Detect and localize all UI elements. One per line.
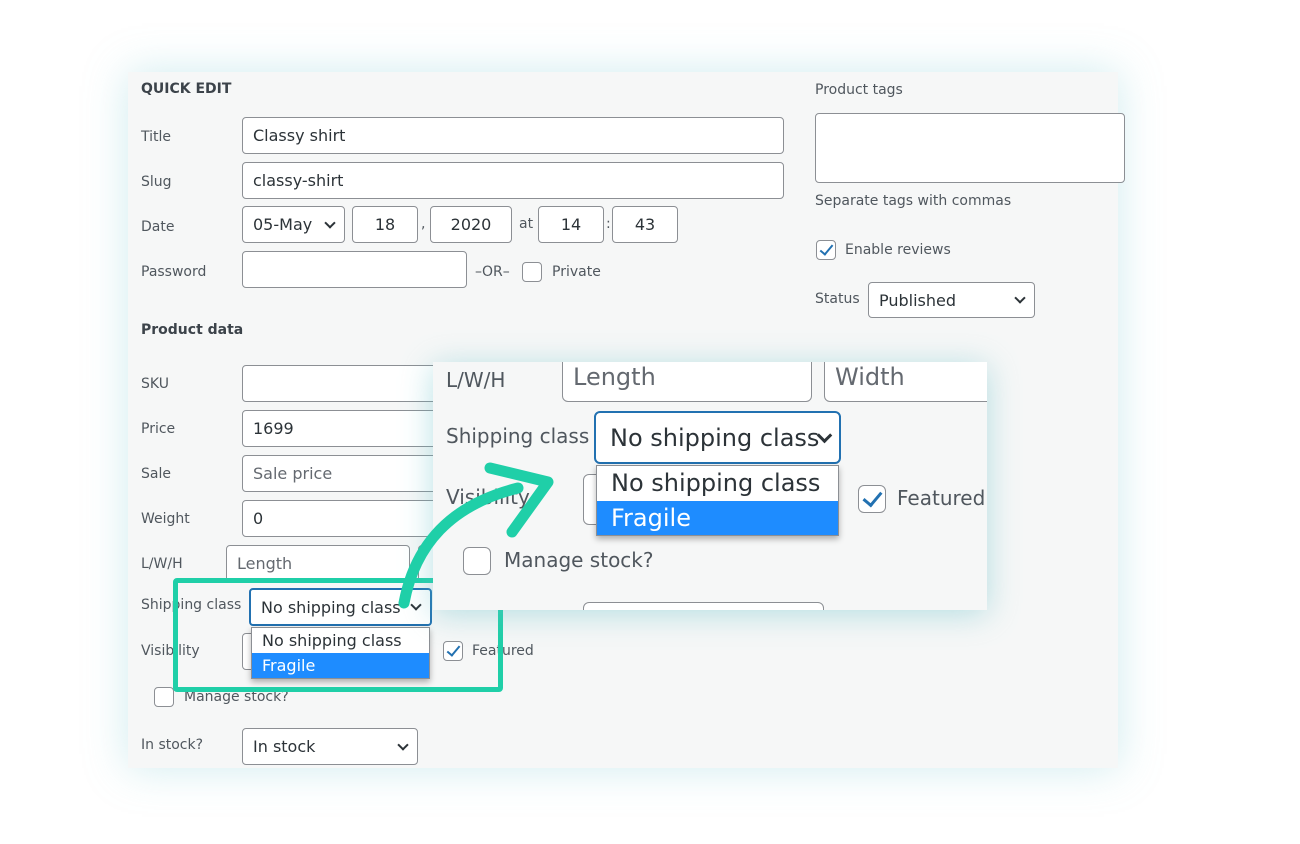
- arrow-icon: [398, 462, 554, 609]
